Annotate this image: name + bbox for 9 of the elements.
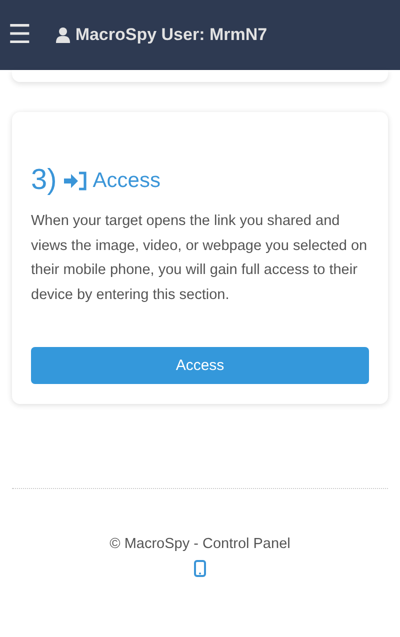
phone-icon bbox=[194, 560, 206, 577]
user-title: MacroSpy User: MrmN7 bbox=[75, 25, 268, 45]
menu-button[interactable]: ☰ bbox=[8, 22, 32, 48]
footer-text: © MacroSpy - Control Panel bbox=[110, 536, 290, 552]
user-icon bbox=[55, 27, 72, 43]
step-number: 3) bbox=[31, 164, 57, 197]
sign-in-icon bbox=[62, 170, 87, 190]
step-title: Access bbox=[92, 168, 160, 192]
step-description: When your target opens the link you shared and views the image, video, or webpage you selected on their mobile phone, you will gain full access to their device by entering this section. bbox=[31, 212, 368, 304]
